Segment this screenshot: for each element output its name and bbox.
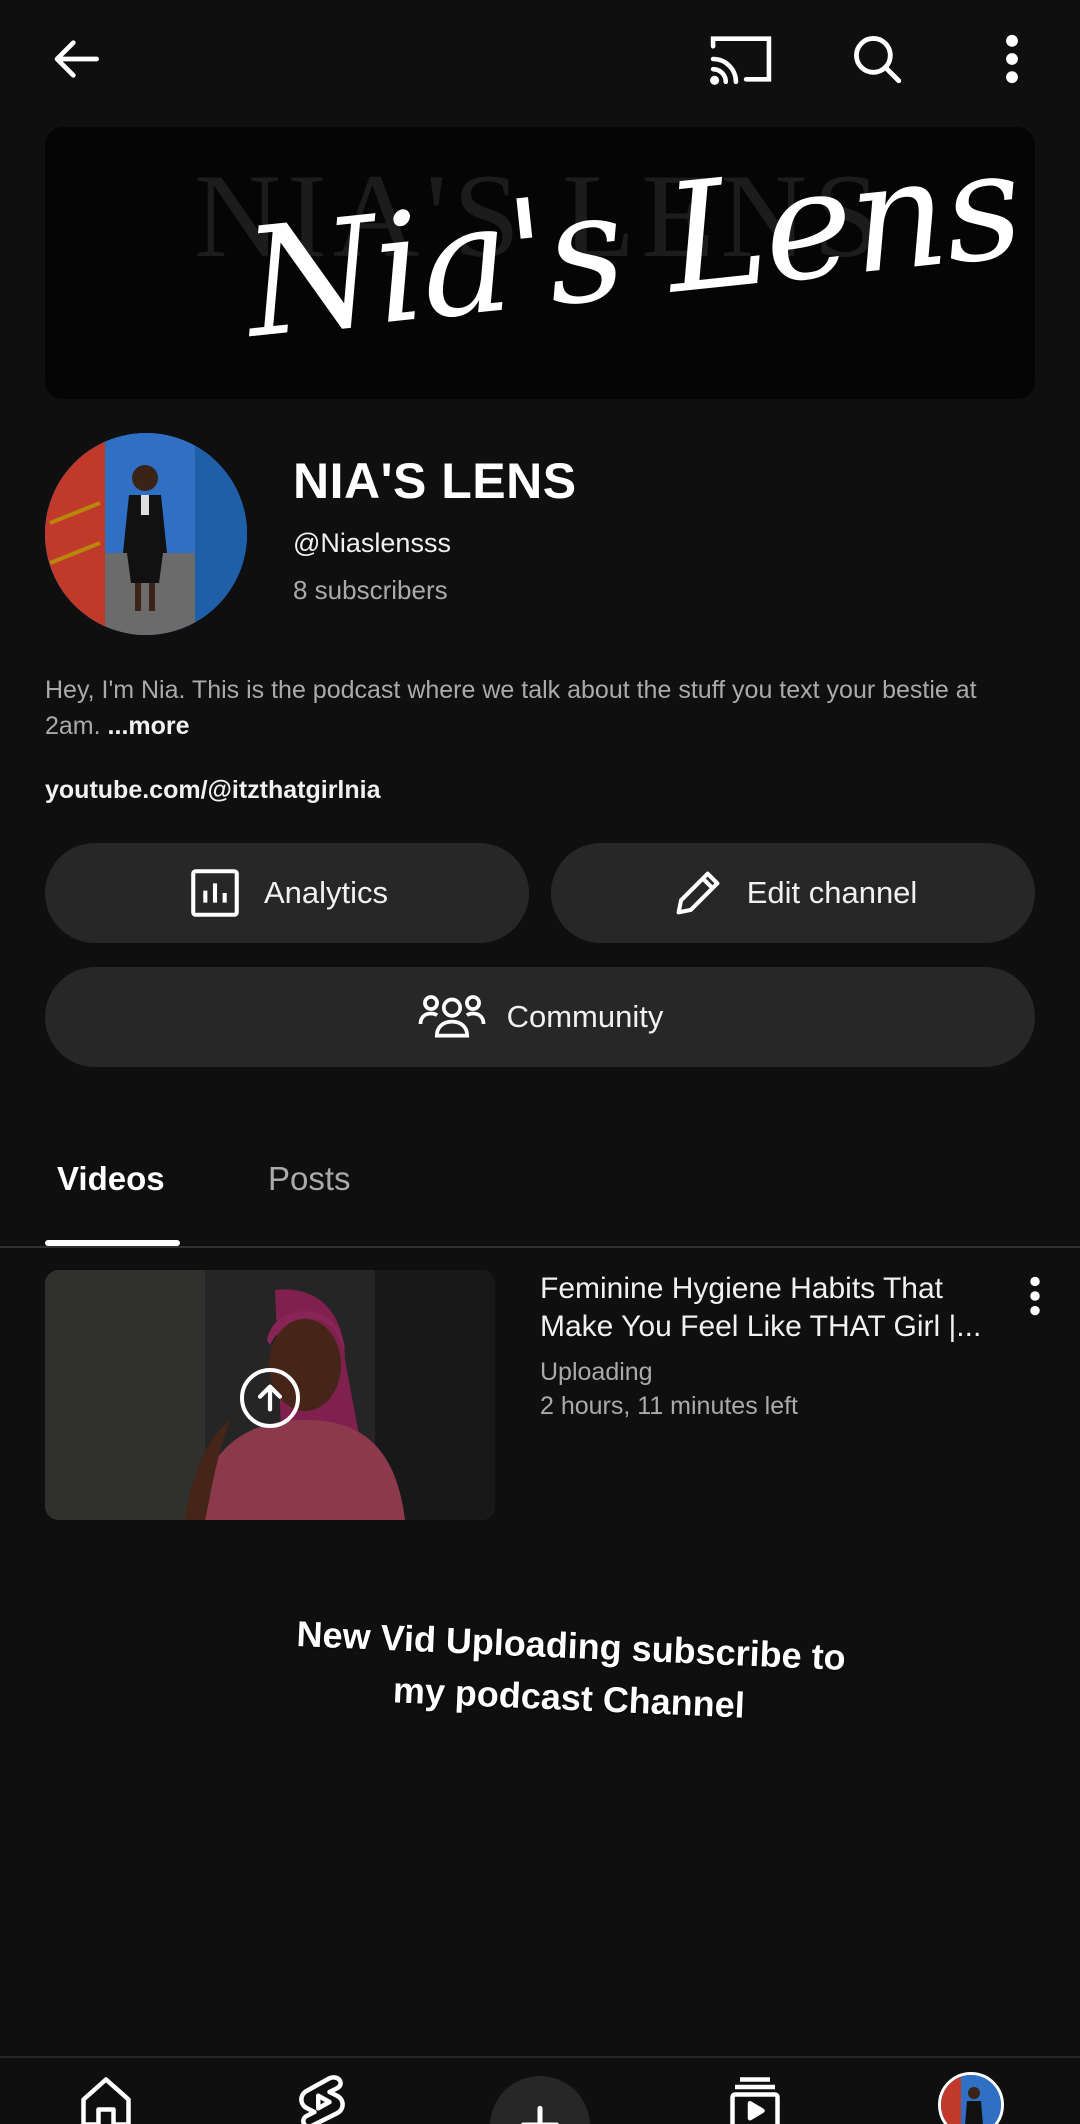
subscriptions-icon — [730, 2077, 780, 2124]
video-time-left: 2 hours, 11 minutes left — [540, 1392, 799, 1420]
home-icon — [81, 2077, 131, 2124]
search-icon — [854, 36, 902, 84]
banner-logo: Nia's Lens — [238, 127, 1028, 387]
channel-banner: NIA'S LENS Nia's Lens — [45, 127, 1035, 399]
cast-button[interactable] — [706, 26, 776, 92]
plus-icon — [521, 2105, 559, 2124]
arrow-left-icon — [54, 40, 99, 78]
video-list-item[interactable]: Feminine Hygiene Habits That Make You Fe… — [0, 1270, 1080, 1520]
channel-link[interactable]: youtube.com/@itzthatgirlnia — [45, 776, 381, 805]
video-menu-button[interactable] — [1020, 1272, 1050, 1322]
banner-script-text: Nia's Lens — [237, 127, 1028, 372]
analytics-label: Analytics — [263, 875, 389, 910]
video-thumbnail[interactable] — [45, 1270, 495, 1520]
community-button[interactable]: Community — [45, 967, 1035, 1067]
edit-channel-button[interactable]: Edit channel — [551, 843, 1035, 943]
bar-chart-icon — [191, 869, 239, 917]
more-vert-icon — [1030, 1276, 1040, 1316]
analytics-button[interactable]: Analytics — [45, 843, 529, 943]
people-icon — [418, 995, 485, 1038]
more-options-button[interactable] — [992, 26, 1032, 92]
shorts-icon — [299, 2075, 345, 2124]
video-title[interactable]: Feminine Hygiene Habits That Make You Fe… — [540, 1270, 1010, 1346]
more-link[interactable]: ...more — [108, 712, 190, 740]
channel-tabs: Videos Posts — [0, 1130, 1080, 1248]
channel-handle: @Niaslensss — [293, 528, 451, 558]
bottom-navigation — [0, 2056, 1080, 2124]
upload-progress-indicator — [240, 1368, 300, 1428]
search-button[interactable] — [842, 26, 912, 92]
channel-description[interactable]: Hey, I'm Nia. This is the podcast where … — [45, 672, 1035, 744]
video-upload-status: Uploading — [540, 1358, 653, 1386]
channel-avatar[interactable] — [45, 433, 247, 635]
active-tab-indicator — [45, 1240, 180, 1246]
more-vert-icon — [1006, 34, 1018, 84]
edit-channel-label: Edit channel — [746, 875, 918, 910]
top-app-bar — [0, 0, 1080, 120]
nav-home[interactable] — [76, 2072, 136, 2124]
back-button[interactable] — [40, 26, 116, 92]
nav-shorts[interactable] — [294, 2072, 350, 2124]
overlay-caption: New Vid Uploading subscribe to my podcas… — [295, 1613, 847, 1726]
cast-icon — [710, 36, 772, 85]
channel-name: NIA'S LENS — [293, 453, 577, 509]
community-label: Community — [506, 999, 664, 1034]
nav-subscriptions[interactable] — [725, 2072, 785, 2124]
nav-you-avatar[interactable] — [938, 2072, 1004, 2124]
subscriber-count: 8 subscribers — [293, 575, 448, 605]
upload-arrow-icon — [257, 1384, 283, 1412]
nav-create[interactable] — [490, 2076, 590, 2124]
pencil-icon — [676, 871, 720, 915]
tab-posts[interactable]: Posts — [268, 1160, 351, 1198]
tab-videos[interactable]: Videos — [57, 1160, 165, 1198]
